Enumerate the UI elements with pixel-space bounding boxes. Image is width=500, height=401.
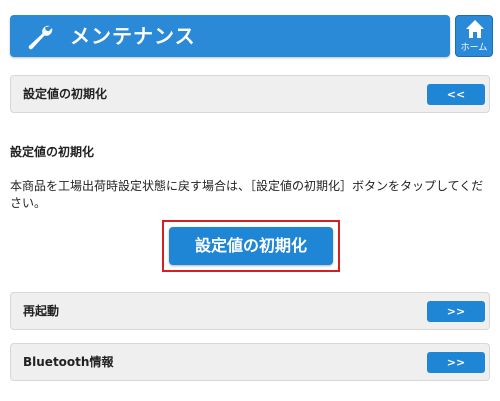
collapse-button[interactable]: << xyxy=(427,84,485,105)
menu-row-restart[interactable]: 再起動 >> xyxy=(10,292,490,330)
expand-button[interactable]: >> xyxy=(427,352,485,373)
page-header: メンテナンス xyxy=(10,15,450,57)
menu-row-label: Bluetooth情報 xyxy=(23,355,114,369)
menu-row-bluetooth-info[interactable]: Bluetooth情報 >> xyxy=(10,343,490,381)
section-row-settings-reset: 設定値の初期化 << xyxy=(10,75,490,113)
page-title: メンテナンス xyxy=(70,24,196,48)
section-row-label: 設定値の初期化 xyxy=(23,87,108,101)
reset-button-highlight: 設定値の初期化 xyxy=(162,220,340,272)
home-button-label: ホーム xyxy=(460,43,488,53)
menu-row-label: 再起動 xyxy=(23,304,60,318)
expand-button[interactable]: >> xyxy=(427,301,485,322)
reset-settings-button[interactable]: 設定値の初期化 xyxy=(169,227,333,265)
home-button[interactable]: ホーム xyxy=(455,15,493,57)
section-description: 本商品を工場出荷時設定状態に戻す場合は、［設定値の初期化］ボタンをタップしてくだ… xyxy=(10,179,484,210)
section-title: 設定値の初期化 xyxy=(10,145,95,159)
wrench-icon xyxy=(28,25,53,50)
home-icon xyxy=(466,20,484,38)
